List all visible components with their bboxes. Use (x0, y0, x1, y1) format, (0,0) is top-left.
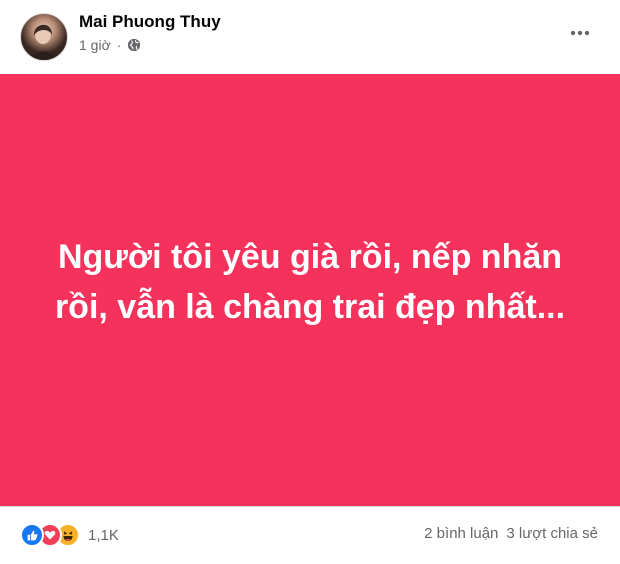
comments-count[interactable]: 2 bình luận (424, 525, 498, 542)
post-header: Mai Phuong Thuy 1 giờ · (0, 0, 620, 74)
status-text: Người tôi yêu già rồi, nếp nhăn rồi, vẫn… (54, 238, 566, 326)
post-footer: 1,1K 2 bình luận 3 lượt chia sẻ (0, 506, 620, 564)
shares-count[interactable]: 3 lượt chia sẻ (506, 525, 598, 542)
reaction-count: 1,1K (88, 526, 119, 544)
facebook-post: Mai Phuong Thuy 1 giờ · Người tôi yêu gi… (0, 0, 620, 564)
reactions-summary[interactable]: 1,1K (20, 523, 119, 547)
author-name[interactable]: Mai Phuong Thuy (79, 12, 221, 32)
status-background: Người tôi yêu già rồi, nếp nhăn rồi, vẫn… (0, 74, 620, 506)
like-icon (20, 523, 44, 547)
more-options-icon[interactable] (564, 22, 596, 44)
globe-icon[interactable] (127, 38, 141, 52)
author-avatar[interactable] (20, 13, 68, 61)
meta-separator: · (116, 37, 122, 53)
post-time[interactable]: 1 giờ (79, 37, 111, 53)
avatar-photo-icon (31, 24, 57, 60)
engagement-stats: 2 bình luận 3 lượt chia sẻ (424, 525, 598, 542)
post-meta: 1 giờ · (79, 37, 141, 53)
